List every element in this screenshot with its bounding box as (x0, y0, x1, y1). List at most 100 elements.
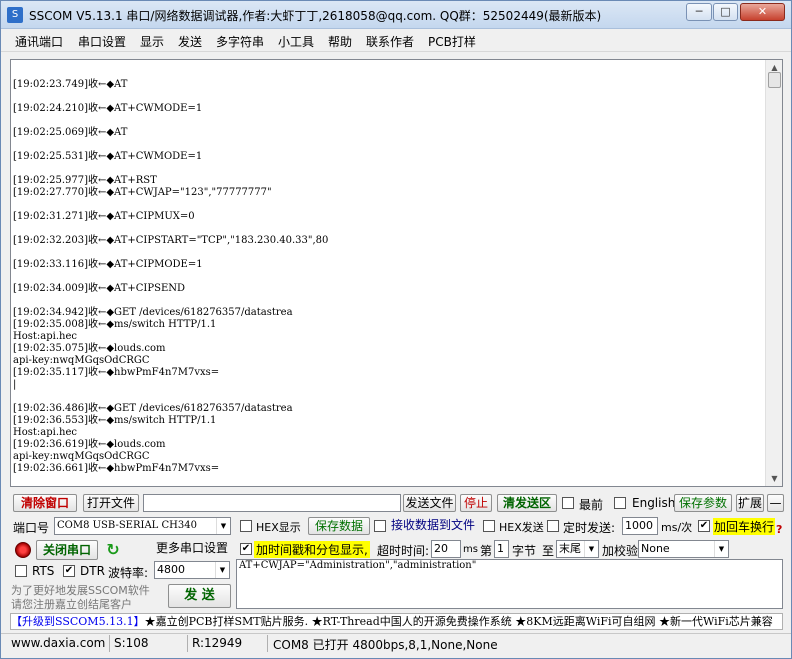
receive-line (13, 247, 765, 259)
receive-line (13, 67, 765, 79)
receive-scrollbar[interactable]: ▲ ▼ (765, 60, 782, 486)
file-path-input[interactable] (143, 494, 401, 512)
receive-line: [19:02:35.117]收←◆hbwPmF4n7M7vxs= (13, 367, 220, 378)
receive-line (13, 391, 765, 403)
timestamp-label: 加时间戳和分包显示, (254, 541, 370, 558)
receive-line: [19:02:27.770]收←◆AT+CWJAP="123","7777777… (13, 187, 272, 198)
send-file-button[interactable]: 发送文件 (403, 494, 456, 512)
recv-to-file-checkbox[interactable] (374, 520, 386, 532)
english-checkbox[interactable] (614, 497, 626, 509)
receive-line: [19:02:32.203]收←◆AT+CIPSTART="TCP","183.… (13, 235, 329, 246)
status-site[interactable]: www.daxia.com (11, 636, 105, 650)
receive-line: [19:02:35.075]收←◆louds.com (13, 343, 166, 354)
send-button[interactable]: 发 送 (168, 584, 231, 608)
receive-line (13, 139, 765, 151)
status-port-state: COM8 已打开 4800bps,8,1,None,None (273, 638, 498, 652)
expand-button[interactable]: 扩展 (736, 494, 764, 512)
baud-select-value: 4800 (157, 563, 185, 576)
save-params-button[interactable]: 保存参数 (674, 494, 732, 512)
open-file-button[interactable]: 打开文件 (83, 494, 139, 512)
status-separator (109, 635, 110, 652)
receive-line (13, 223, 765, 235)
minimize-button[interactable]: ─ (686, 3, 712, 21)
refresh-icon[interactable]: ↻ (104, 541, 122, 559)
receive-line: [19:02:34.009]收←◆AT+CIPSEND (13, 283, 186, 294)
timeout-label: 超时时间: (377, 544, 430, 558)
timeout-unit: ms (463, 544, 478, 555)
interval-input[interactable]: 1000 (622, 517, 658, 535)
hex-send-checkbox[interactable] (483, 520, 495, 532)
more-settings-button[interactable]: 更多串口设置 (154, 540, 230, 558)
receive-line (13, 271, 765, 283)
topmost-checkbox[interactable] (562, 497, 574, 509)
port-select[interactable]: COM8 USB-SERIAL CH340 ▼ (54, 517, 231, 535)
menu-send[interactable]: 发送 (178, 33, 202, 50)
menu-tools[interactable]: 小工具 (278, 33, 314, 50)
clear-window-button[interactable]: 清除窗口 (13, 494, 77, 512)
close-port-button[interactable]: 关闭串口 (36, 540, 98, 560)
topmost-label: 最前 (579, 498, 604, 512)
timeout-input[interactable]: 20 (431, 540, 461, 558)
add-crlf-checkbox[interactable]: ✔ (698, 520, 710, 532)
maximize-button[interactable]: □ (713, 3, 738, 21)
receive-line (13, 91, 765, 103)
menu-serial-settings[interactable]: 串口设置 (78, 33, 126, 50)
scroll-thumb[interactable] (768, 72, 781, 88)
chevron-down-icon[interactable]: ▼ (714, 541, 728, 557)
scroll-down-icon[interactable]: ▼ (767, 471, 782, 486)
close-button[interactable]: ✕ (740, 3, 785, 21)
receive-line: [19:02:24.210]收←◆AT+CWMODE=1 (13, 103, 203, 114)
menu-display[interactable]: 显示 (140, 33, 164, 50)
receive-line: api-key:nwqMGqsOdCRGC (13, 451, 150, 462)
collapse-button[interactable]: — (767, 494, 784, 512)
help-mark[interactable]: ? (776, 523, 782, 536)
ticker-text: ★嘉立创PCB打样SMT贴片服务. ★RT-Thread中国人的开源免费操作系统… (144, 615, 773, 628)
byte-label: 字节 (512, 544, 537, 558)
menu-contact-author[interactable]: 联系作者 (366, 33, 414, 50)
timestamp-checkbox[interactable]: ✔ (240, 543, 252, 555)
menu-multi-string[interactable]: 多字符串 (216, 33, 264, 50)
receive-log: [19:02:23.749]收←◆AT [19:02:24.210]收←◆AT+C… (13, 67, 765, 475)
hex-send-label: HEX发送 (499, 521, 544, 534)
checksum-select[interactable]: None ▼ (638, 540, 729, 558)
menu-comm-port[interactable]: 通讯端口 (15, 33, 63, 50)
baud-select[interactable]: 4800 ▼ (154, 561, 230, 579)
tail-select-value: 末尾 (559, 542, 581, 555)
chevron-down-icon[interactable]: ▼ (215, 562, 229, 578)
promo-line-2: 请您注册嘉立创结尾客户 (11, 598, 132, 611)
receive-line: [19:02:25.531]收←◆AT+CWMODE=1 (13, 151, 203, 162)
receive-line: [19:02:35.008]收←◆ms/switch HTTP/1.1 (13, 319, 217, 330)
checksum-label: 加校验 (602, 544, 639, 558)
rts-checkbox[interactable] (15, 565, 27, 577)
receive-line: [19:02:34.942]收←◆GET /devices/618276357/… (13, 307, 293, 318)
menu-pcb[interactable]: PCB打样 (428, 33, 476, 50)
hex-display-checkbox[interactable] (240, 520, 252, 532)
send-input[interactable]: AT+CWJAP="Administration","administratio… (236, 559, 783, 609)
chevron-down-icon[interactable]: ▼ (584, 541, 598, 557)
menu-help[interactable]: 帮助 (328, 33, 352, 50)
status-bar: www.daxia.com S:108 R:12949 COM8 已打开 480… (1, 633, 791, 653)
title-bar[interactable]: S SSCOM V5.13.1 串口/网络数据调试器,作者:大虾丁丁,26180… (1, 1, 791, 29)
dtr-label: DTR (80, 564, 105, 578)
chevron-down-icon[interactable]: ▼ (216, 518, 230, 534)
receive-area[interactable]: [19:02:23.749]收←◆AT [19:02:24.210]收←◆AT+C… (10, 59, 783, 487)
receive-line: [19:02:36.661]收←◆hbwPmF4n7M7vxs= (13, 463, 220, 474)
upgrade-link[interactable]: 【升级到SSCOM5.13.1】 (11, 615, 145, 628)
menu-bar: 通讯端口 串口设置 显示 发送 多字符串 小工具 帮助 联系作者 PCB打样 (1, 30, 791, 52)
english-label: English (632, 496, 676, 510)
nth-input[interactable]: 1 (494, 540, 509, 558)
save-data-button[interactable]: 保存数据 (308, 517, 370, 535)
port-label: 端口号 (13, 521, 50, 535)
receive-line: | (13, 379, 17, 390)
port-select-value: COM8 USB-SERIAL CH340 (57, 520, 197, 531)
clear-send-button[interactable]: 清发送区 (497, 494, 557, 512)
tail-select[interactable]: 末尾 ▼ (556, 540, 599, 558)
receive-line (13, 115, 765, 127)
recv-to-file-button[interactable]: 接收数据到文件 (389, 517, 477, 535)
timed-send-checkbox[interactable] (547, 520, 559, 532)
stop-button[interactable]: 停止 (460, 494, 492, 512)
receive-line: Host:api.hec (13, 427, 77, 438)
news-ticker: 【升级到SSCOM5.13.1】★嘉立创PCB打样SMT贴片服务. ★RT-Th… (10, 613, 783, 630)
baud-label: 波特率: (108, 566, 149, 580)
dtr-checkbox[interactable]: ✔ (63, 565, 75, 577)
